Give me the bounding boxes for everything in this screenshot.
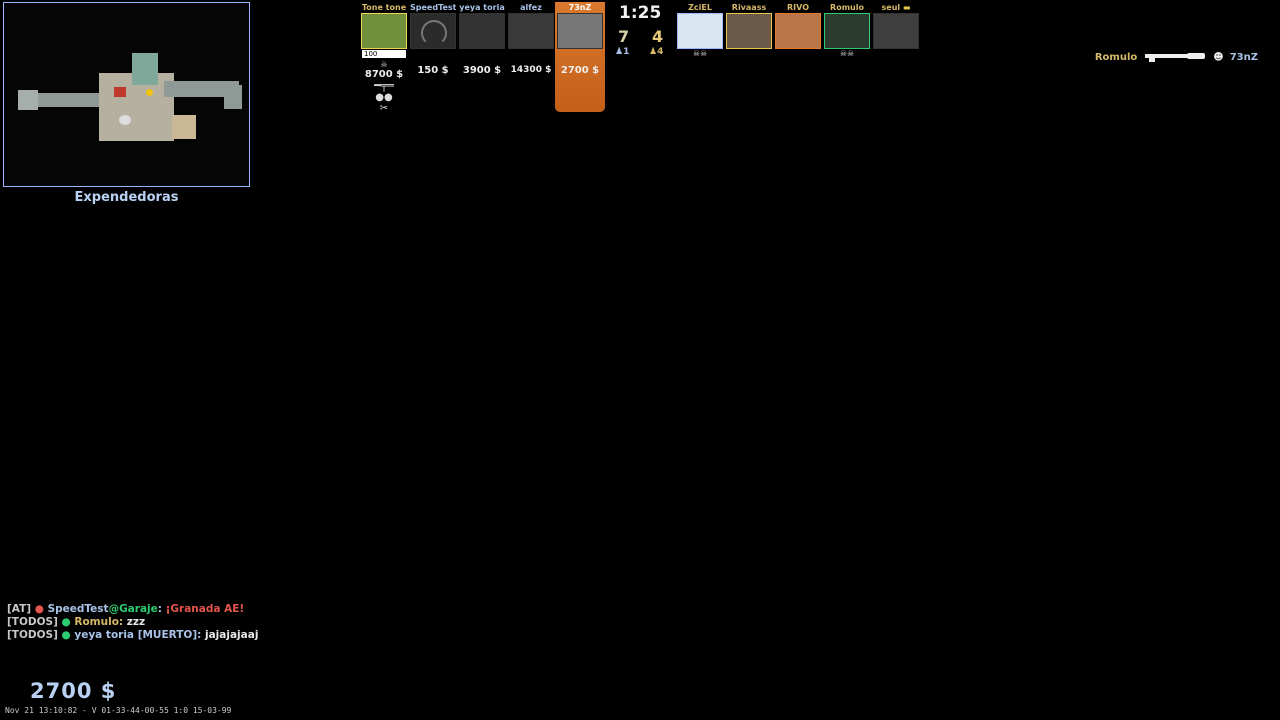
chat-message: [TODOS] ● Romulo: zzz [7,616,146,628]
player-name: Romulo [830,3,864,12]
chat-message: [TODOS] ● yeya toria [MUERTO]: jajajajaa… [7,629,259,641]
player-name: alfez [520,3,542,12]
ct-player-card: RIVO [775,3,821,49]
player-avatar [459,13,505,49]
skull-icon: ☠☠ [839,49,855,58]
ct-player-card: ZciEL ☠☠ [677,3,723,58]
player-name: Rivaass [731,3,767,12]
victim-name: 73nZ [1229,51,1258,63]
radar-location-label: Expendedoras [74,190,179,205]
defuse-kit-icon: ✂ [379,103,389,114]
player-name: RIVO [787,3,809,12]
headshot-icon: ☻ [1213,51,1224,63]
shotgun-icon [1145,53,1206,62]
t-player-card: alfez 14300 $ [508,3,554,75]
round-timer: 1:25 [619,3,662,23]
player-money: ☠ 8700 $ [361,60,407,80]
player-name: Tone tone [361,3,407,12]
player-avatar [361,13,407,49]
bomb-carrier-icon: ▬ [902,3,911,12]
speedometer-icon [421,20,447,46]
t-player-card: yeya toria 3900 $ [459,3,505,76]
skull-icon: ☠ [380,60,388,69]
player-name: ZciEL [688,3,712,12]
player-name: seul ▬ [881,3,911,12]
player-avatar [726,13,772,49]
player-avatar [508,13,554,49]
player-avatar [410,13,456,49]
t-team-score: 7 [618,27,630,46]
player-money: 2700 $ [560,65,600,76]
skull-icon: ☠☠ [692,49,708,58]
player-name: SpeedTest [410,3,456,12]
player-money: 3900 $ [462,65,502,76]
ct-alive-count: ♟4 [649,47,664,57]
rifle-icon: ━╤═ [374,79,394,92]
t-player-card: SpeedTest 150 $ [410,3,456,76]
player-name: yeya toria [459,3,505,12]
player-money-display: 2700 $ [30,679,117,703]
ct-player-card: seul ▬ [873,3,919,49]
radar-minimap [3,2,250,187]
ct-team-score: 4 [652,27,664,46]
player-avatar [824,13,870,49]
chat-message: [AT] ● SpeedTest@Garaje: ¡Granada AE! [7,603,245,615]
chat-log: [AT] ● SpeedTest@Garaje: ¡Granada AE! [T… [7,603,258,642]
player-health: 100 [362,50,406,58]
player-money: 150 $ [417,65,449,76]
demo-timestamp: Nov 21 13:10:82 - V 01-33-44-00-55 1:0 1… [5,706,232,715]
ct-player-card: Romulo ☠☠ [824,3,870,58]
t-player-card-self: 73nZ 2700 $ [557,3,603,76]
player-avatar [677,13,723,49]
ct-player-card: Rivaass [726,3,772,49]
player-name: 73nZ [568,3,592,12]
player-avatar [775,13,821,49]
player-avatar [557,13,603,49]
t-alive-count: ♟1 [615,47,630,57]
kill-feed-entry: Romulo ☻ 73nZ [1095,50,1258,64]
t-player-card: Tone tone 100 ☠ 8700 $ ━╤═ ●● ✂ [361,3,407,114]
killer-name: Romulo [1094,51,1138,63]
player-avatar [873,13,919,49]
player-money: 14300 $ [510,65,552,75]
grenade-icon: ●● [375,92,393,103]
